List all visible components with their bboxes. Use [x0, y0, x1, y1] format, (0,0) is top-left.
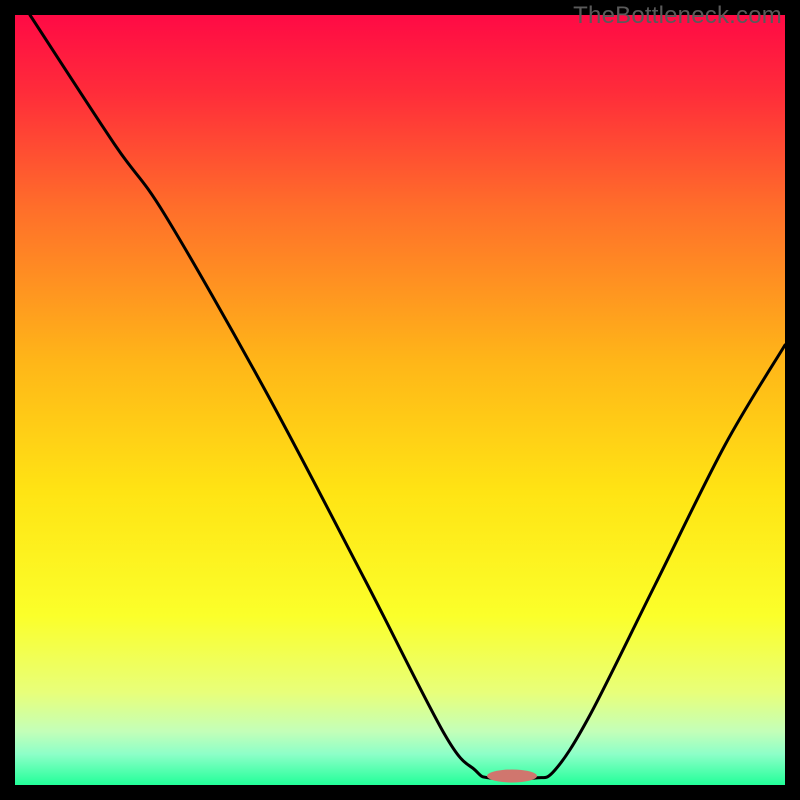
- chart-background: [15, 15, 785, 785]
- bottleneck-chart: [15, 15, 785, 785]
- optimal-marker: [487, 770, 537, 783]
- watermark-text: TheBottleneck.com: [573, 2, 782, 30]
